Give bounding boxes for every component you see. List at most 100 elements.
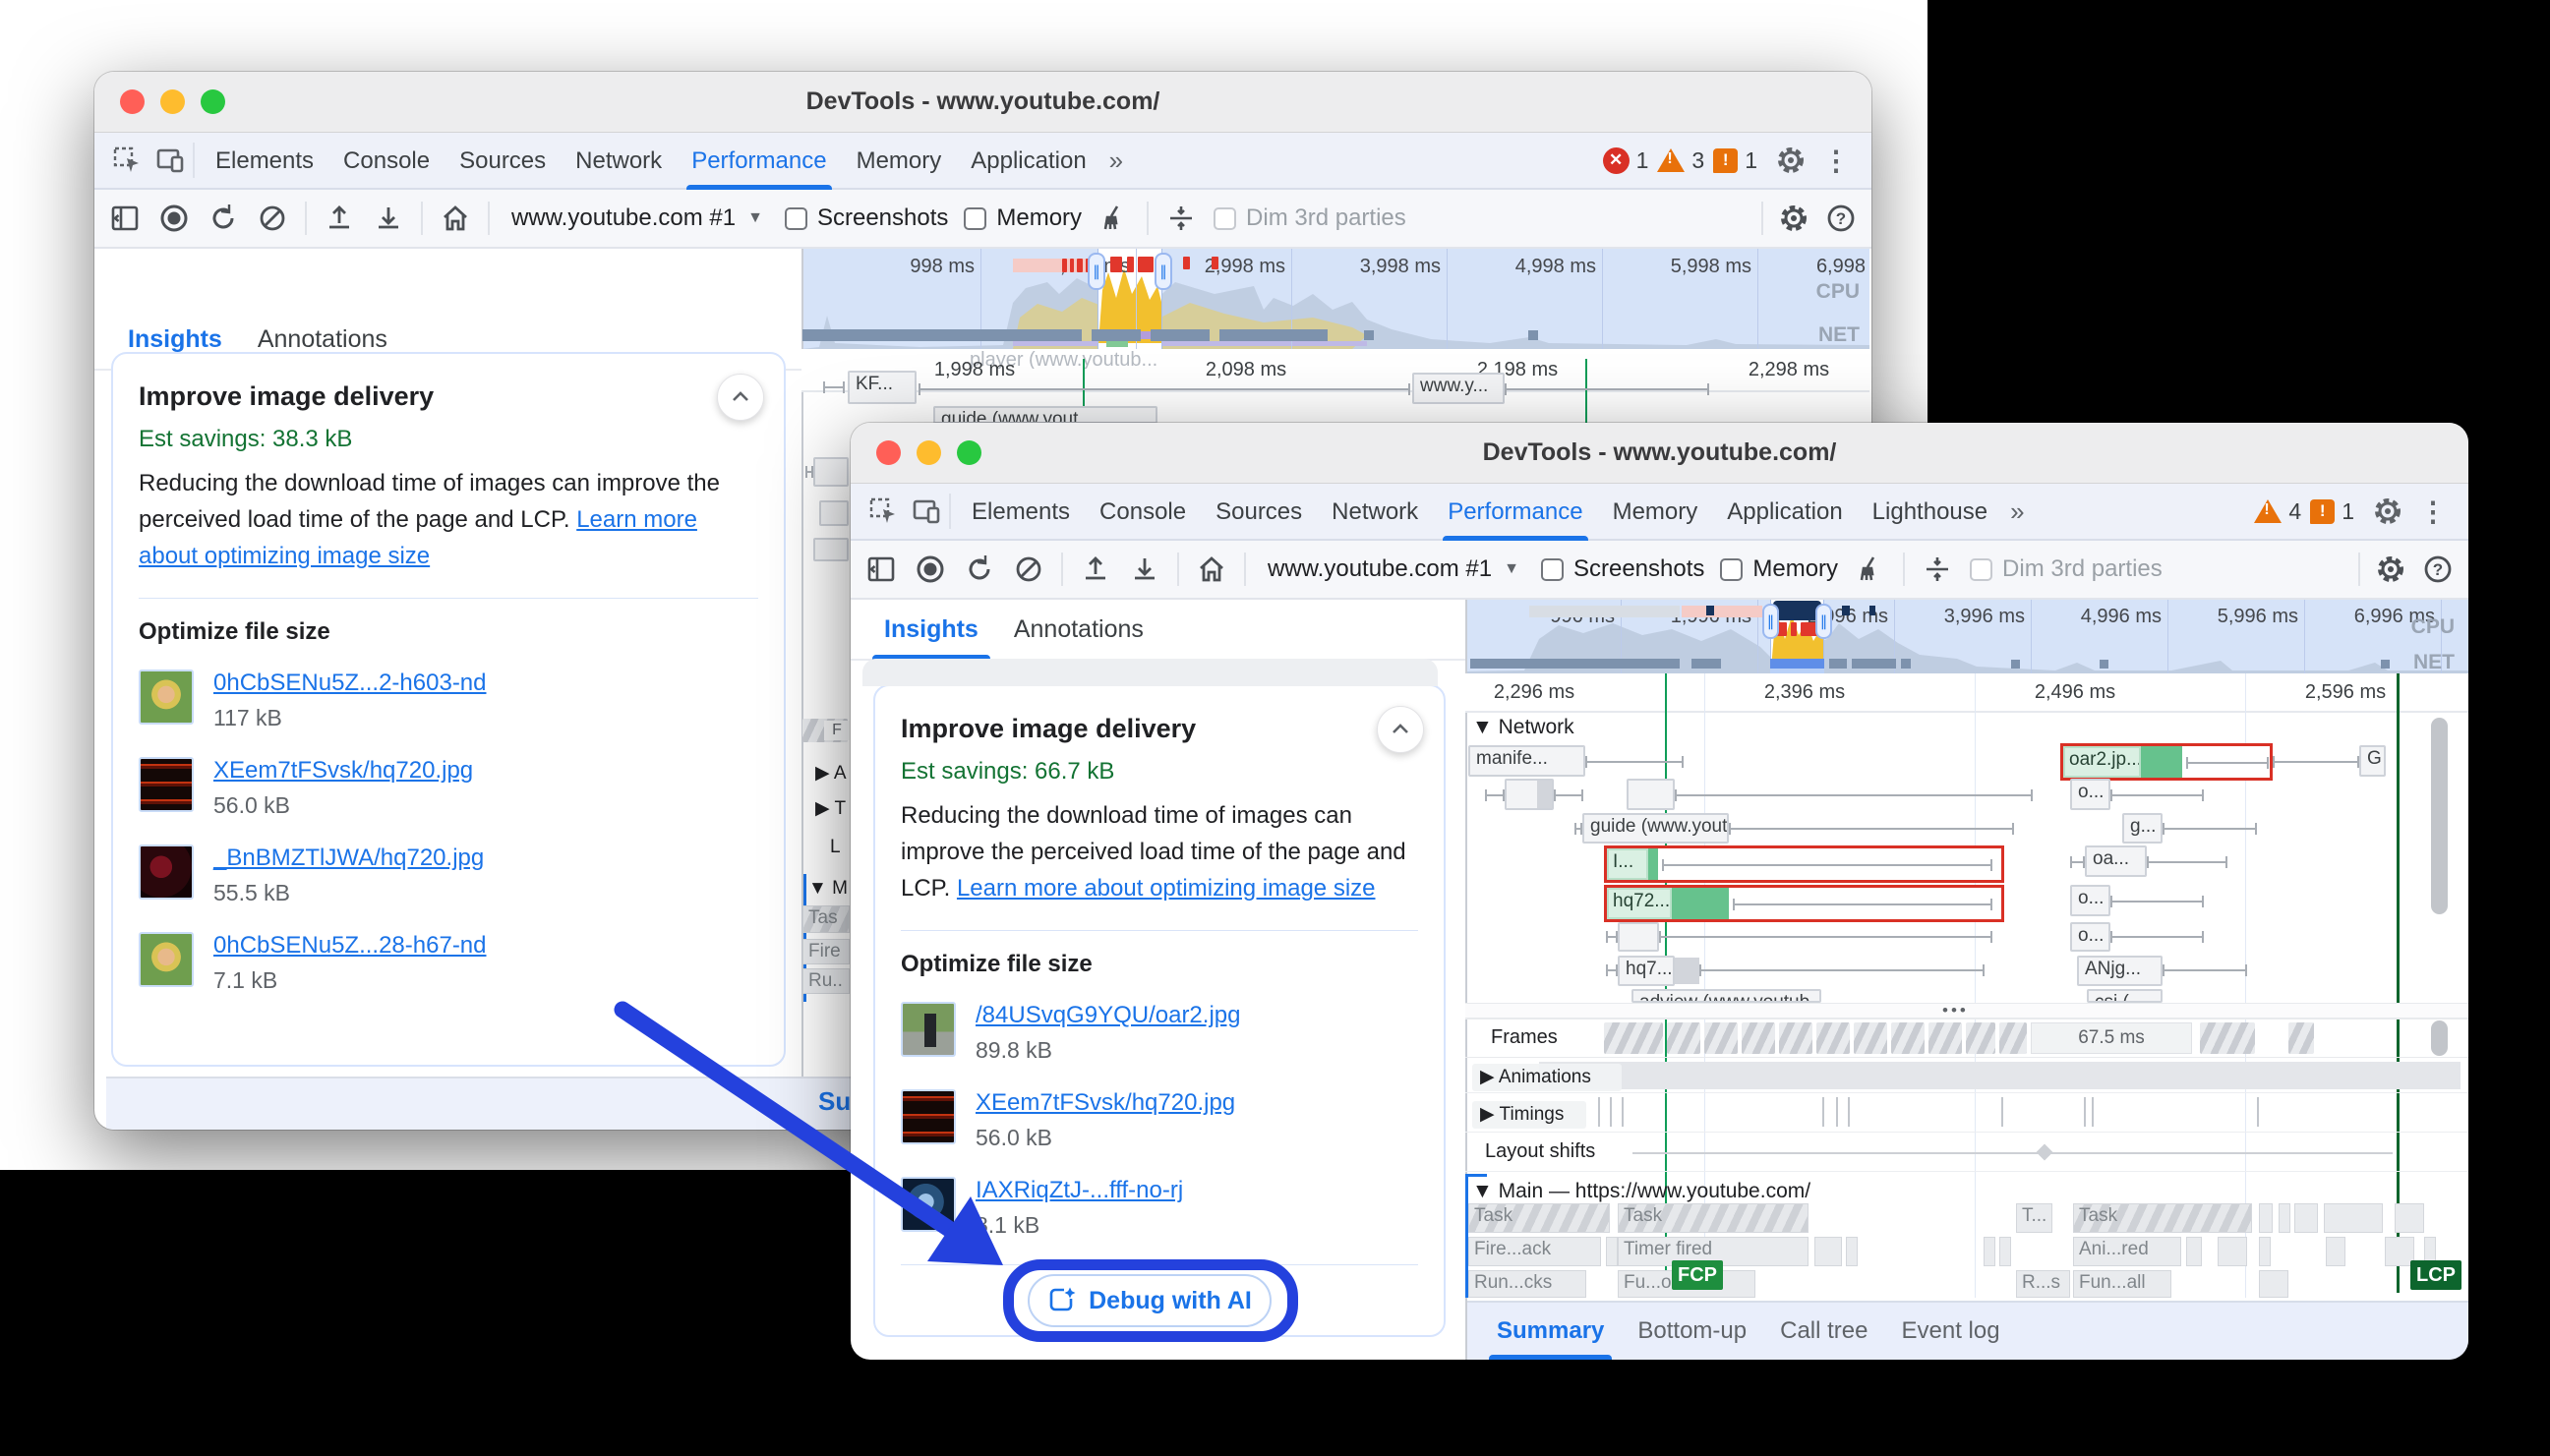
task-bar[interactable]: Task	[1618, 1203, 1809, 1233]
tab-sources[interactable]: Sources	[445, 133, 561, 190]
network-request-highlighted[interactable]: I...	[1607, 848, 1648, 880]
inspect-element-icon[interactable]	[110, 144, 144, 177]
task-bar[interactable]: Run...cks	[1468, 1270, 1586, 1298]
selection-handle-right[interactable]: ∥	[1155, 253, 1172, 290]
task-bar[interactable]: Ru..	[802, 968, 850, 994]
network-request[interactable]	[813, 538, 849, 561]
network-request[interactable]: adview (www.youtub	[1631, 989, 1821, 1003]
task-bar[interactable]: Task	[2073, 1203, 2252, 1233]
gc-broom-icon[interactable]	[1097, 202, 1131, 235]
tab-network[interactable]: Network	[1317, 484, 1433, 541]
tab-memory[interactable]: Memory	[1598, 484, 1713, 541]
task-bar[interactable]: R...s	[2016, 1270, 2070, 1298]
tab-network[interactable]: Network	[561, 133, 677, 190]
task-bar[interactable]: Ani...red	[2073, 1237, 2181, 1266]
learn-more-link[interactable]: Learn more about optimizing image size	[957, 875, 1376, 902]
subtab-insights[interactable]: Insights	[868, 599, 994, 660]
collapse-fit-icon[interactable]	[1921, 553, 1954, 586]
zoom-button[interactable]	[201, 89, 225, 114]
toggle-sidebar-icon[interactable]	[108, 202, 142, 235]
tab-performance[interactable]: Performance	[677, 133, 841, 190]
tab-lighthouse[interactable]: Lighthouse	[1858, 484, 2002, 541]
screenshots-checkbox[interactable]: Screenshots	[1541, 555, 1704, 583]
warning-icon[interactable]	[2254, 499, 2282, 523]
network-request[interactable]: ANjg...	[2077, 956, 2163, 986]
image-file-link[interactable]: 0hCbSENu5Z...2-h603-nd	[213, 670, 487, 697]
minimize-button[interactable]	[160, 89, 185, 114]
history-select[interactable]: www.youtube.com #1▼	[505, 204, 769, 232]
subtab-annotations[interactable]: Annotations	[998, 599, 1159, 660]
reload-record-icon[interactable]	[963, 553, 996, 586]
selection-handle-left[interactable]: ∥	[1088, 253, 1105, 290]
collapse-fit-icon[interactable]	[1164, 202, 1198, 235]
title-bar[interactable]: DevTools - www.youtube.com/	[94, 72, 1871, 133]
error-icon[interactable]: ✕	[1603, 147, 1630, 174]
network-request[interactable]	[813, 457, 849, 487]
network-request[interactable]: guide (www.yout...	[1582, 813, 1729, 844]
task-bar[interactable]: T...	[2016, 1203, 2052, 1233]
tab-elements[interactable]: Elements	[957, 484, 1085, 541]
memory-checkbox[interactable]: Memory	[1720, 555, 1838, 583]
tab-console[interactable]: Console	[1085, 484, 1201, 541]
tab-application[interactable]: Application	[1712, 484, 1857, 541]
toggle-sidebar-icon[interactable]	[864, 553, 898, 586]
screenshots-checkbox[interactable]: Screenshots	[785, 204, 948, 232]
tab-elements[interactable]: Elements	[201, 133, 328, 190]
network-request[interactable]: guide (www.yout...	[933, 406, 1157, 424]
scrollbar-thumb[interactable]	[2431, 718, 2448, 914]
tab-performance[interactable]: Performance	[1433, 484, 1597, 541]
task-bar[interactable]: Fire	[802, 939, 850, 964]
issues-icon[interactable]: !	[1713, 148, 1738, 173]
tab-application[interactable]: Application	[956, 133, 1100, 190]
network-request[interactable]: o...	[2070, 885, 2110, 916]
image-file-link[interactable]: IAXRiqZtJ-...fff-no-rj	[976, 1177, 1183, 1204]
image-file-link[interactable]: /84USvqG9YQU/oar2.jpg	[976, 1002, 1240, 1029]
network-request[interactable]: manife...	[1468, 745, 1585, 777]
menu-dots-icon[interactable]: ⋮	[2413, 495, 2453, 528]
network-request[interactable]: o...	[2070, 922, 2110, 952]
settings-gear-icon[interactable]	[1774, 144, 1808, 177]
warning-icon[interactable]	[1657, 148, 1685, 172]
settings-gear-icon[interactable]	[2371, 495, 2404, 528]
home-icon[interactable]	[439, 202, 472, 235]
clear-icon[interactable]	[256, 202, 289, 235]
image-file-link[interactable]: XEem7tFSvsk/hq720.jpg	[976, 1089, 1235, 1117]
image-file-link[interactable]: _BnBMZTlJWA/hq720.jpg	[213, 844, 484, 872]
capture-settings-gear-icon[interactable]	[2374, 553, 2407, 586]
network-request[interactable]: oa...	[2085, 845, 2147, 877]
task-bar[interactable]: Fun...all	[2073, 1270, 2171, 1298]
close-button[interactable]	[120, 89, 145, 114]
selection-handle-left[interactable]: ∥	[1762, 604, 1779, 639]
menu-dots-icon[interactable]: ⋮	[1816, 145, 1856, 177]
network-request[interactable]	[1627, 779, 1675, 810]
more-tabs-icon[interactable]: »	[1101, 146, 1131, 176]
upload-profile-icon[interactable]	[1079, 553, 1112, 586]
history-select[interactable]: www.youtube.com #1▼	[1262, 555, 1525, 583]
device-toolbar-icon[interactable]	[910, 495, 943, 528]
network-request-highlighted[interactable]: hq72...	[1607, 888, 1672, 919]
selection-handle-right[interactable]: ∥	[1815, 604, 1832, 639]
zoom-button[interactable]	[957, 440, 981, 465]
gc-broom-icon[interactable]	[1854, 553, 1887, 586]
network-request[interactable]: o...	[2070, 779, 2110, 810]
tab-event-log[interactable]: Event log	[1887, 1303, 2013, 1360]
network-request[interactable]: g...	[2122, 813, 2163, 844]
collapse-insight-button[interactable]	[717, 374, 764, 421]
close-button[interactable]	[876, 440, 901, 465]
network-request[interactable]	[1618, 922, 1659, 952]
task-bar[interactable]: Task	[1468, 1203, 1610, 1233]
reload-record-icon[interactable]	[207, 202, 240, 235]
scrollbar-thumb[interactable]	[2431, 1020, 2448, 1056]
upload-profile-icon[interactable]	[323, 202, 356, 235]
collapse-insight-button[interactable]	[1377, 706, 1424, 753]
network-request[interactable]	[819, 500, 849, 526]
more-tabs-icon[interactable]: »	[2002, 496, 2032, 527]
minimize-button[interactable]	[917, 440, 941, 465]
tab-summary[interactable]: Summary	[1483, 1303, 1618, 1360]
title-bar[interactable]: DevTools - www.youtube.com/	[851, 423, 2468, 484]
help-icon[interactable]: ?	[1824, 202, 1858, 235]
tab-call-tree[interactable]: Call tree	[1766, 1303, 1881, 1360]
record-icon[interactable]	[157, 202, 191, 235]
issues-icon[interactable]: !	[2310, 499, 2335, 524]
download-profile-icon[interactable]	[1128, 553, 1161, 586]
